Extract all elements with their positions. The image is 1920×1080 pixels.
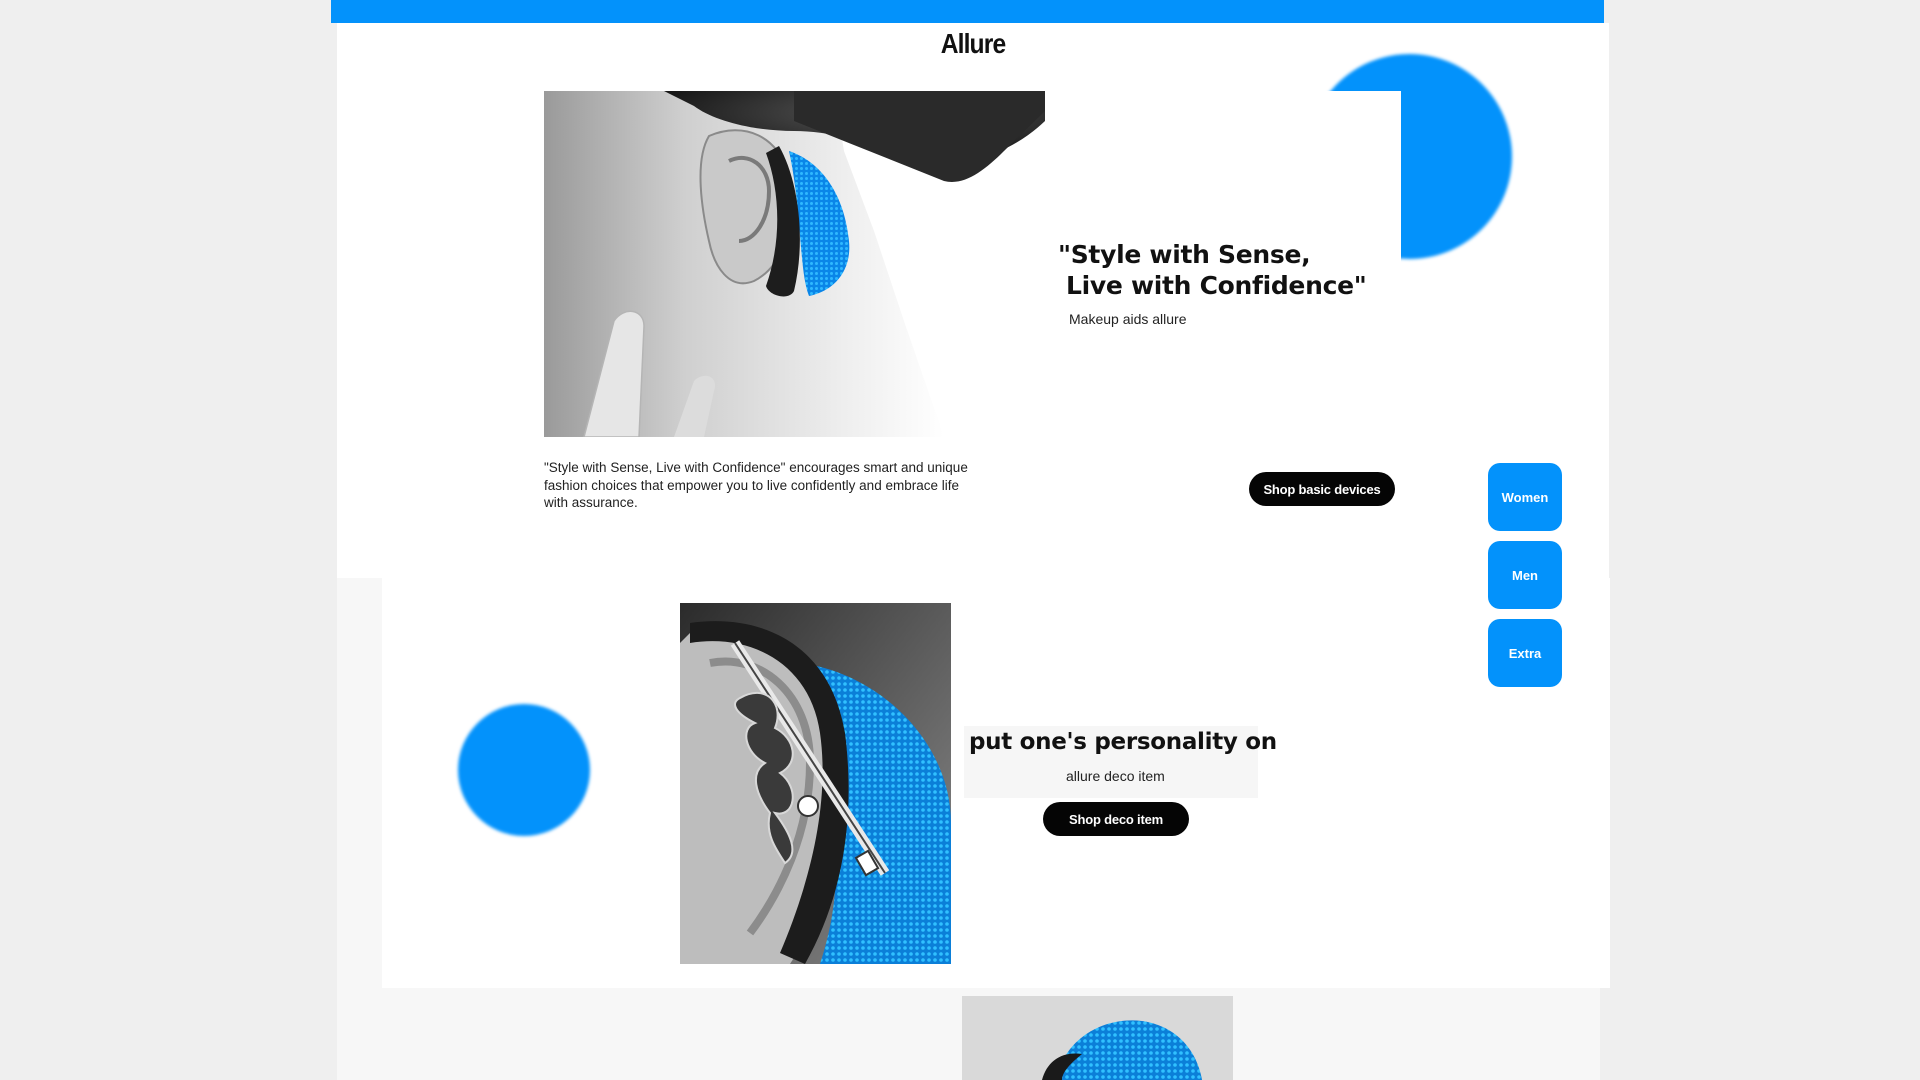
- model-neck-illustration: [544, 91, 1045, 437]
- deco-subtitle: allure deco item: [1066, 768, 1165, 784]
- shop-basic-devices-button[interactable]: Shop basic devices: [1249, 472, 1395, 506]
- deco-image: [680, 603, 951, 964]
- ear-deco-illustration: [680, 603, 951, 964]
- category-women-button[interactable]: Women: [1488, 463, 1562, 531]
- shop-deco-item-button[interactable]: Shop deco item: [1043, 802, 1189, 836]
- decorative-circle-left: [458, 704, 590, 836]
- category-extra-button[interactable]: Extra: [1488, 619, 1562, 687]
- brand-title[interactable]: Allure: [413, 28, 1532, 60]
- hero-image: [544, 91, 1045, 437]
- hero-description: "Style with Sense, Live with Confidence"…: [544, 460, 968, 510]
- next-section-illustration: [962, 996, 1233, 1080]
- top-accent-bar: [331, 0, 1604, 23]
- hero-headline-line2: Live with Confidence": [1066, 271, 1367, 300]
- hero-subtitle: Makeup aids allure: [1069, 311, 1187, 327]
- hero-headline-line1: "Style with Sense,: [1058, 240, 1311, 269]
- category-men-button[interactable]: Men: [1488, 541, 1562, 609]
- deco-headline: put one's personality on: [969, 729, 1277, 755]
- next-section-image: [962, 996, 1233, 1080]
